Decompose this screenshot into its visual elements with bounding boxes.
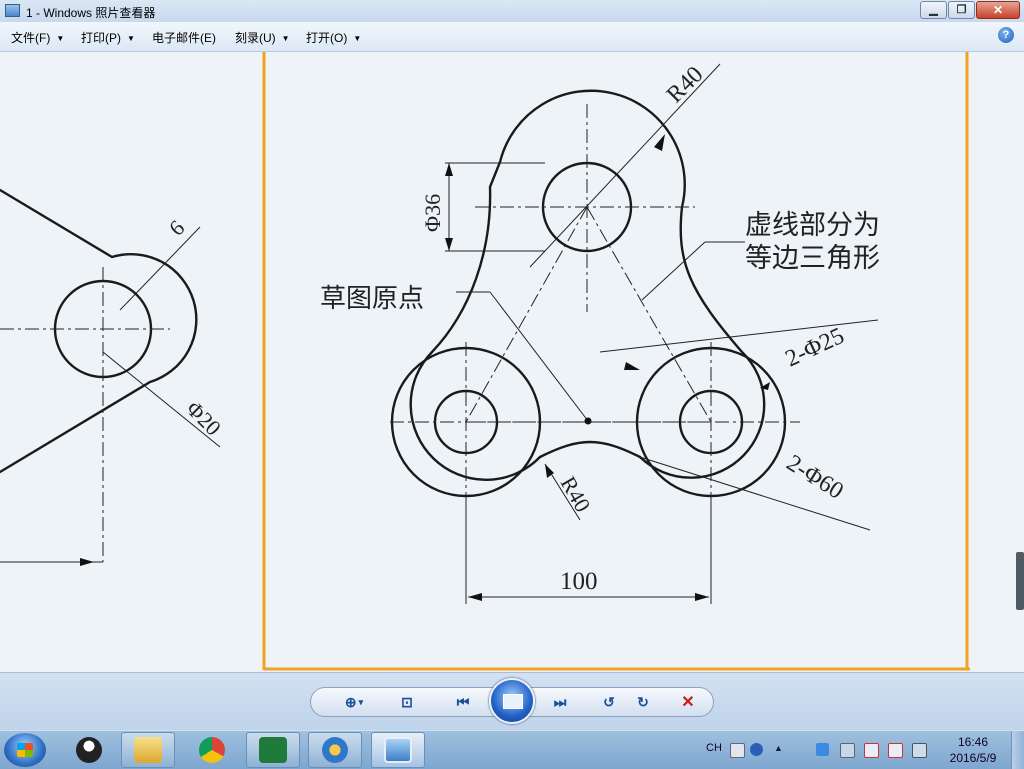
slideshow-button[interactable] xyxy=(489,678,535,724)
previous-button[interactable]: ⏮ xyxy=(447,691,479,713)
next-icon: ⏭ xyxy=(553,693,567,710)
menu-open-label: 打开(O) xyxy=(306,31,348,45)
taskbar-qq[interactable] xyxy=(62,732,116,768)
delete-button[interactable]: ✕ xyxy=(676,691,700,713)
zoom-button[interactable]: ⊕ ▾ xyxy=(338,691,370,713)
note-dashed-line-2: 等边三角形 xyxy=(745,243,880,273)
taskbar: CH ▲ 16:46 2016/5/9 xyxy=(0,730,1024,769)
clock-date[interactable]: 2016/5/9 xyxy=(940,751,1006,765)
window-title: 1 - Windows 照片查看器 xyxy=(26,6,156,20)
close-button[interactable]: ✕ xyxy=(976,1,1020,19)
cad-drawing: R40 Φ36 虚线部分为 等边三角形 草图原点 2-Φ25 2-Φ60 R40… xyxy=(0,52,1024,672)
vertical-scrollbar-thumb[interactable] xyxy=(1016,552,1024,610)
taskbar-chrome[interactable] xyxy=(185,732,239,768)
close-icon: ✕ xyxy=(992,3,1004,17)
photo-viewer-app-icon xyxy=(5,4,20,17)
menu-bar: 文件(F) ▼ 打印(P) ▼ 电子邮件(E) 刻录(U) ▼ 打开(O) ▼ ? xyxy=(0,22,1024,52)
previous-icon: ⏮ xyxy=(456,693,470,710)
title-bar: 1 - Windows 照片查看器 ▁ ❐ ✕ xyxy=(0,0,1024,23)
menu-burn[interactable]: 刻录(U) ▼ xyxy=(235,29,290,46)
menu-file[interactable]: 文件(F) ▼ xyxy=(11,29,64,46)
viewer-controls-bar: ⊕ ▾ ⊡ ⏮ ⏭ ↺ ↻ ✕ xyxy=(0,672,1024,731)
minimize-button[interactable]: ▁ xyxy=(920,1,947,19)
qq-penguin-icon xyxy=(76,737,102,763)
image-viewport[interactable]: R40 Φ36 虚线部分为 等边三角形 草图原点 2-Φ25 2-Φ60 R40… xyxy=(0,52,1024,672)
start-button[interactable] xyxy=(4,733,46,767)
maximize-button[interactable]: ❐ xyxy=(948,1,975,19)
slideshow-icon xyxy=(503,694,523,709)
rotate-ccw-icon: ↺ xyxy=(603,693,615,710)
windows-logo-icon xyxy=(17,743,33,757)
tray-overflow-icon[interactable]: ▲ xyxy=(774,743,787,756)
minimize-icon: ▁ xyxy=(929,4,938,16)
chrome-icon xyxy=(199,737,225,763)
taskbar-explorer[interactable] xyxy=(121,732,175,768)
input-language-indicator[interactable]: CH xyxy=(706,742,722,754)
chevron-down-icon: ▾ xyxy=(358,696,364,707)
taskbar-app-4[interactable] xyxy=(308,732,362,768)
actual-size-button[interactable]: ⊡ xyxy=(395,691,419,713)
network-error-icon[interactable] xyxy=(864,743,879,758)
menu-email[interactable]: 电子邮件(E) xyxy=(152,29,216,46)
menu-burn-label: 刻录(U) xyxy=(235,31,276,45)
chevron-down-icon: ▼ xyxy=(353,34,362,43)
menu-print-label: 打印(P) xyxy=(81,31,121,45)
device-icon[interactable] xyxy=(840,743,855,758)
help-icon[interactable]: ? xyxy=(998,27,1014,43)
chevron-down-icon: ▼ xyxy=(127,34,135,43)
volume-icon[interactable] xyxy=(912,743,927,758)
taskbar-cad-app[interactable] xyxy=(246,732,300,768)
delete-icon: ✕ xyxy=(681,694,695,711)
show-desktop-button[interactable] xyxy=(1011,731,1024,769)
next-button[interactable]: ⏭ xyxy=(544,691,576,713)
clock-time[interactable]: 16:46 xyxy=(948,735,998,749)
menu-email-label: 电子邮件(E) xyxy=(152,31,216,45)
menu-open[interactable]: 打开(O) ▼ xyxy=(306,29,361,46)
sketch-origin-point xyxy=(584,417,592,425)
menu-print[interactable]: 打印(P) ▼ xyxy=(81,29,135,46)
rotate-ccw-button[interactable]: ↺ xyxy=(597,691,621,713)
rotate-cw-button[interactable]: ↻ xyxy=(631,691,655,713)
app-globe-icon xyxy=(322,737,348,763)
photo-viewer-icon xyxy=(384,737,412,763)
note-dashed-line-1: 虚线部分为 xyxy=(745,210,880,240)
dim-phi36: Φ36 xyxy=(420,194,445,232)
chevron-down-icon: ▼ xyxy=(281,34,290,43)
cad-app-icon xyxy=(259,737,287,763)
rotate-cw-icon: ↻ xyxy=(637,693,649,710)
help-tray-icon[interactable] xyxy=(750,743,763,756)
folder-icon xyxy=(134,737,162,763)
chevron-down-icon: ▼ xyxy=(56,34,65,43)
keyboard-icon[interactable] xyxy=(730,743,745,758)
zoom-icon: ⊕ xyxy=(344,693,357,710)
security-shield-icon[interactable] xyxy=(816,743,829,756)
menu-file-label: 文件(F) xyxy=(11,31,51,45)
fit-window-icon: ⊡ xyxy=(401,693,413,710)
dim-100: 100 xyxy=(560,568,598,595)
note-sketch-origin: 草图原点 xyxy=(320,284,424,313)
restore-icon: ❐ xyxy=(956,4,967,16)
display-error-icon[interactable] xyxy=(888,743,903,758)
taskbar-photo-viewer[interactable] xyxy=(371,732,425,768)
